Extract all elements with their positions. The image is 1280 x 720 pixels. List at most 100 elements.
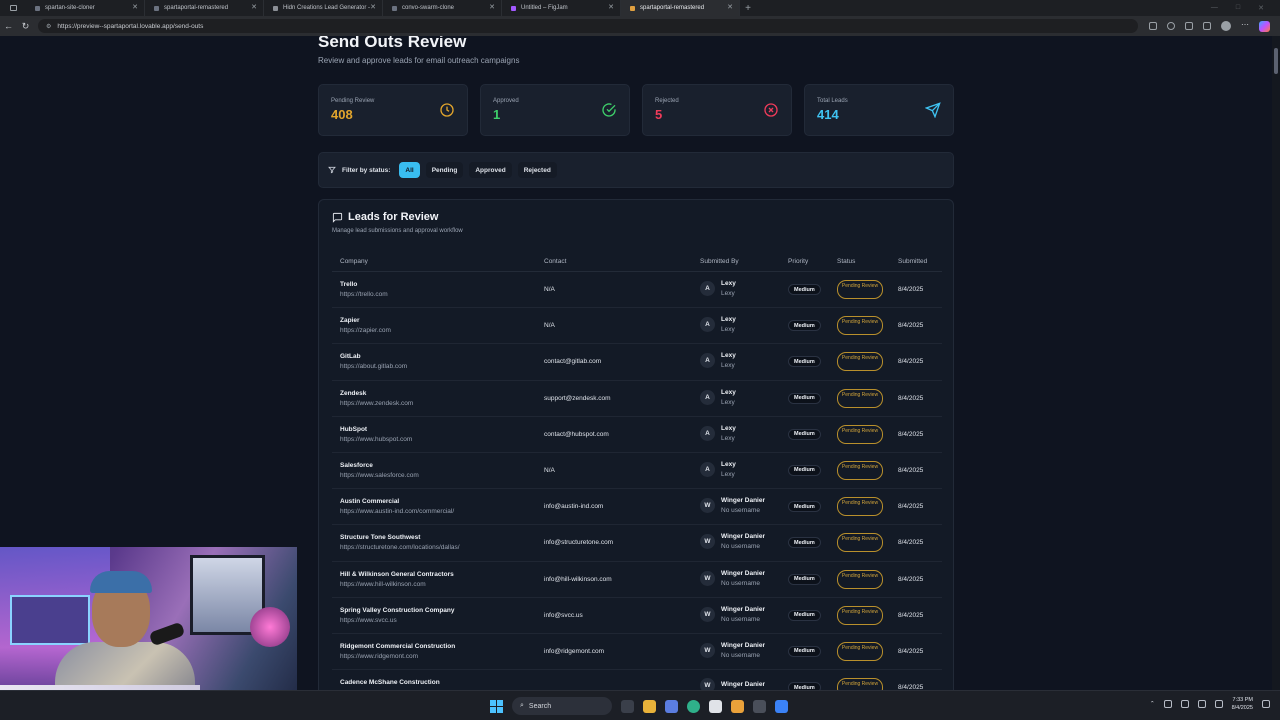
company-url[interactable]: https://www.austin-ind.com/commercial/ (340, 508, 454, 515)
address-bar[interactable]: ⚙ https://preview--spartaportal.lovable.… (38, 19, 1138, 33)
collections-icon[interactable] (1203, 22, 1211, 30)
company-cell: Zendesk https://www.zendesk.com (340, 390, 413, 407)
submitted-date: 8/4/2025 (898, 358, 924, 366)
browser-tab[interactable]: Hidn Creations Lead Generator - ✕ (264, 0, 383, 16)
network-icon[interactable] (1197, 700, 1206, 708)
submitter-name: Winger Danier (721, 641, 766, 649)
table-row[interactable]: GitLab https://about.gitlab.com contact@… (332, 344, 942, 381)
col-company[interactable]: Company (340, 258, 368, 265)
company-url[interactable]: https://www.salesforce.com (340, 472, 419, 479)
table-row[interactable]: Structure Tone Southwest https://structu… (332, 525, 942, 562)
scrollbar-thumb[interactable] (1274, 48, 1278, 74)
submitter-name: Lexy (721, 388, 736, 396)
company-cell: Structure Tone Southwest https://structu… (340, 534, 460, 551)
company-url[interactable]: https://about.gitlab.com (340, 363, 407, 370)
leads-panel: Leads for Review Manage lead submissions… (318, 199, 954, 690)
maximize-icon[interactable]: □ (1236, 4, 1240, 12)
submitted-by-cell: W Winger Danier No username (700, 642, 765, 659)
table-row[interactable]: Zapier https://zapier.com N/A A Lexy Lex… (332, 308, 942, 345)
minimize-icon[interactable]: — (1211, 4, 1218, 12)
clock[interactable]: 7:33 PM 8/4/2025 (1232, 696, 1253, 712)
browser-tab[interactable]: spartan-site-cloner ✕ (26, 0, 145, 16)
col-submitted[interactable]: Submitted (898, 258, 927, 265)
task-view-icon[interactable] (621, 699, 634, 713)
terminal-icon[interactable] (753, 699, 766, 713)
submitted-by-cell: A Lexy Lexy (700, 461, 736, 478)
table-row[interactable]: Salesforce https://www.salesforce.com N/… (332, 453, 942, 490)
tray-chevron-icon[interactable]: ⌃ (1150, 701, 1155, 707)
company-url[interactable]: https://www.hubspot.com (340, 436, 412, 443)
contact-cell: info@hill-wilkinson.com (544, 575, 612, 583)
company-cell: Spring Valley Construction Company https… (340, 607, 455, 624)
close-tab-icon[interactable]: ✕ (370, 3, 376, 11)
page-title: Send Outs Review (318, 36, 467, 51)
favicon-icon (630, 5, 635, 11)
more-menu-icon[interactable]: ⋯ (1241, 21, 1249, 30)
stat-card-total: Total Leads 414 (804, 84, 954, 136)
new-tab-button[interactable]: + (740, 3, 756, 14)
company-url[interactable]: https://www.svcc.us (340, 617, 455, 624)
app-icon[interactable] (731, 699, 744, 713)
status-badge: Pending Review (837, 569, 883, 589)
file-explorer-icon[interactable] (643, 699, 656, 713)
table-row[interactable]: Austin Commercial https://www.austin-ind… (332, 489, 942, 526)
company-name: Salesforce (340, 461, 373, 469)
tab-actions-icon[interactable] (0, 0, 26, 16)
company-name: Hill & Wilkinson General Contractors (340, 570, 454, 578)
mic-icon[interactable] (1180, 700, 1189, 708)
tray-icon[interactable] (1163, 700, 1172, 708)
filter-pending-button[interactable]: Pending (425, 162, 464, 178)
browser-tab[interactable]: convo-swarm-clone ✕ (383, 0, 502, 16)
company-url[interactable]: https://zapier.com (340, 327, 391, 334)
page-scrollbar[interactable] (1272, 36, 1280, 690)
browser-tab[interactable]: Untitled – FigJam ✕ (502, 0, 621, 16)
col-contact[interactable]: Contact (544, 258, 566, 265)
company-url[interactable]: https://www.zendesk.com (340, 400, 413, 407)
window-controls: — □ ✕ (1211, 4, 1280, 12)
favicon-icon (511, 5, 516, 11)
close-tab-icon[interactable]: ✕ (489, 3, 495, 11)
filter-rejected-button[interactable]: Rejected (517, 162, 557, 178)
table-row[interactable]: Trello https://trello.com N/A A Lexy Lex… (332, 272, 942, 309)
filter-all-button[interactable]: All (399, 162, 420, 178)
submitter-name: Winger Danier (721, 680, 766, 688)
company-url[interactable]: https://www.ridgemont.com (340, 653, 455, 660)
taskbar-search[interactable]: ⌕ Search (512, 697, 612, 715)
company-url[interactable]: https://trello.com (340, 291, 388, 298)
table-row[interactable]: Ridgemont Commercial Construction https:… (332, 634, 942, 671)
active-app-icon[interactable] (775, 699, 788, 713)
company-url[interactable]: https://structuretone.com/locations/dall… (340, 544, 460, 551)
table-row[interactable]: Spring Valley Construction Company https… (332, 598, 942, 634)
close-tab-icon[interactable]: ✕ (251, 3, 257, 11)
col-priority[interactable]: Priority (788, 258, 808, 265)
volume-icon[interactable] (1214, 700, 1223, 708)
reload-icon[interactable]: ↻ (17, 21, 34, 32)
table-row[interactable]: HubSpot https://www.hubspot.com contact@… (332, 417, 942, 453)
col-status[interactable]: Status (837, 258, 855, 265)
profile-avatar[interactable] (1221, 21, 1231, 31)
table-row[interactable]: Cadence McShane Construction W Winger Da… (332, 670, 942, 690)
favorites-icon[interactable] (1185, 22, 1193, 30)
browser-tab[interactable]: spartaportal-remastered ✕ (621, 0, 740, 16)
col-submitted-by[interactable]: Submitted By (700, 258, 739, 265)
copilot-icon[interactable] (1259, 20, 1270, 32)
notifications-icon[interactable] (1262, 700, 1270, 708)
extensions-icon[interactable] (1167, 22, 1175, 30)
table-row[interactable]: Zendesk https://www.zendesk.com support@… (332, 381, 942, 417)
back-icon[interactable]: ← (0, 21, 17, 31)
browser-tab[interactable]: spartaportal-remastered ✕ (145, 0, 264, 16)
company-name: Spring Valley Construction Company (340, 606, 455, 614)
filter-approved-button[interactable]: Approved (469, 162, 512, 178)
company-url[interactable]: https://www.hill-wilkinson.com (340, 581, 454, 588)
close-tab-icon[interactable]: ✕ (727, 3, 733, 11)
close-window-icon[interactable]: ✕ (1258, 4, 1264, 12)
bookmark-star-icon[interactable] (1149, 22, 1157, 30)
close-tab-icon[interactable]: ✕ (608, 3, 614, 11)
store-icon[interactable] (709, 699, 722, 713)
start-button[interactable] (490, 699, 503, 713)
site-info-icon[interactable]: ⚙ (46, 23, 51, 30)
table-row[interactable]: Hill & Wilkinson General Contractors htt… (332, 562, 942, 598)
close-tab-icon[interactable]: ✕ (132, 3, 138, 11)
copilot-app-icon[interactable] (665, 699, 678, 713)
edge-icon[interactable] (687, 699, 700, 713)
